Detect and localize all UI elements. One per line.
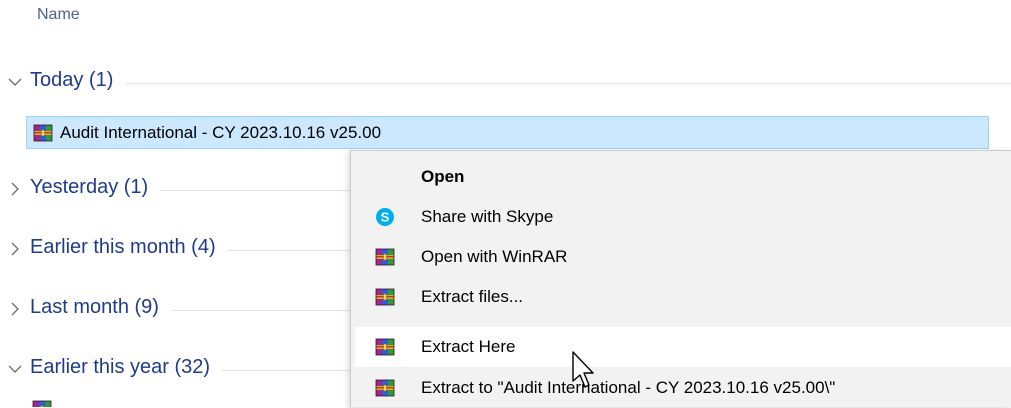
file-row-selected[interactable]: Audit International - CY 2023.10.16 v25.… — [26, 116, 989, 149]
winrar-archive-icon — [33, 123, 53, 143]
menu-item-label: Extract files... — [421, 287, 524, 306]
group-label: Today (1) — [30, 69, 126, 92]
chevron-right-icon[interactable] — [7, 181, 23, 197]
group-divider — [30, 83, 1011, 84]
winrar-icon — [375, 337, 395, 357]
group-label: Earlier this month (4) — [30, 236, 228, 259]
winrar-icon — [375, 378, 395, 398]
group-label: Last month (9) — [30, 296, 171, 319]
file-name: Audit International - CY 2023.10.16 v25.… — [60, 123, 382, 142]
skype-icon: S — [376, 208, 394, 226]
menu-item-label: Extract to "Audit International - CY 202… — [421, 378, 836, 397]
context-menu: Open S Share with Skype Open with WinRAR… — [350, 150, 1011, 407]
group-label: Earlier this year (32) — [30, 356, 223, 379]
group-label: Yesterday (1) — [30, 176, 161, 199]
winrar-archive-icon — [32, 399, 52, 407]
winrar-icon — [375, 247, 395, 267]
chevron-down-icon[interactable] — [7, 361, 23, 377]
menu-item-label: Open — [421, 167, 465, 186]
name-column-header[interactable]: Name — [37, 6, 80, 24]
chevron-down-icon[interactable] — [7, 74, 23, 90]
chevron-right-icon[interactable] — [7, 301, 23, 317]
menu-item-label: Share with Skype — [421, 207, 554, 226]
menu-item-extract-files[interactable]: Extract files... — [355, 277, 1011, 317]
menu-item-open[interactable]: Open — [355, 157, 1011, 197]
menu-item-share-with-skype[interactable]: S Share with Skype — [355, 197, 1011, 237]
mouse-cursor-icon — [572, 351, 594, 388]
group-header-today[interactable]: Today (1) — [0, 66, 1011, 98]
winrar-icon — [375, 287, 395, 307]
menu-item-label: Extract Here — [421, 337, 516, 356]
menu-item-extract-to-folder[interactable]: Extract to "Audit International - CY 202… — [355, 368, 1011, 408]
chevron-right-icon[interactable] — [7, 241, 23, 257]
menu-item-open-with-winrar[interactable]: Open with WinRAR — [355, 237, 1011, 277]
menu-item-label: Open with WinRAR — [421, 247, 568, 266]
svg-text:S: S — [381, 210, 390, 225]
menu-item-extract-here[interactable]: Extract Here — [355, 327, 1011, 367]
